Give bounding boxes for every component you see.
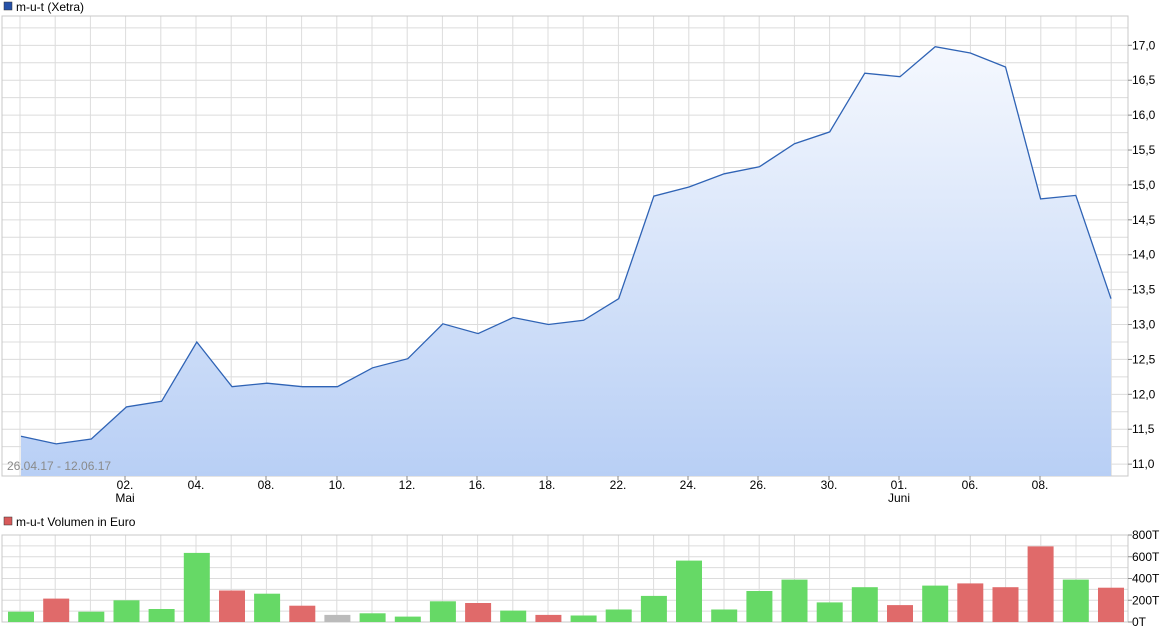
price-legend-swatch — [4, 2, 12, 10]
date-range-label: 26.04.17 - 12.06.17 — [7, 459, 111, 473]
volume-bar — [676, 561, 702, 622]
volume-bar — [78, 612, 104, 622]
chart-root: m-u-t (Xetra) m-u-t Volumen in Euro 11,0… — [0, 0, 1175, 633]
price-y-tick-label: 11,0 — [1132, 457, 1155, 471]
price-x-tick-label: 24. — [680, 478, 697, 492]
volume-bar — [184, 553, 210, 622]
price-x-month-label: Mai — [115, 491, 134, 505]
volume-bar — [817, 602, 843, 622]
volume-bar — [887, 605, 913, 622]
volume-y-tick-label: 400T — [1132, 572, 1160, 586]
volume-y-axis: 0T 200T 400T 600T 800T — [1128, 528, 1160, 629]
price-x-tick-label: 12. — [399, 478, 416, 492]
price-x-tick-label: 06. — [962, 478, 979, 492]
price-x-tick-label: 18. — [539, 478, 556, 492]
volume-bar — [114, 600, 140, 622]
volume-bar — [254, 594, 280, 622]
volume-legend-swatch — [4, 517, 12, 525]
volume-y-tick-label: 200T — [1132, 593, 1160, 607]
volume-bar — [149, 609, 175, 622]
volume-bar — [465, 603, 491, 622]
volume-bar — [324, 615, 350, 622]
price-y-tick-label: 16,5 — [1132, 73, 1156, 87]
volume-bar — [395, 617, 421, 622]
volume-bar — [1028, 546, 1054, 622]
volume-bar — [641, 596, 667, 622]
price-y-tick-label: 12,5 — [1132, 352, 1156, 366]
volume-bar — [43, 599, 69, 622]
price-y-tick-label: 13,5 — [1132, 283, 1156, 297]
volume-bar — [360, 613, 386, 622]
volume-bar — [606, 610, 632, 623]
volume-bar — [922, 586, 948, 622]
volume-bar — [746, 591, 772, 622]
volume-y-tick-label: 600T — [1132, 550, 1160, 564]
volume-bar — [1063, 580, 1089, 622]
price-area — [21, 47, 1111, 476]
price-x-tick-label: 16. — [469, 478, 486, 492]
price-y-tick-label: 11,5 — [1132, 422, 1155, 436]
price-y-tick-label: 14,5 — [1132, 213, 1156, 227]
price-y-tick-label: 16,0 — [1132, 108, 1156, 122]
volume-bar — [957, 583, 983, 622]
volume-bar — [430, 601, 456, 622]
price-y-tick-label: 14,0 — [1132, 248, 1156, 262]
volume-chart-title: m-u-t Volumen in Euro — [16, 515, 136, 529]
volume-bar — [993, 587, 1019, 622]
volume-bar — [852, 587, 878, 622]
volume-y-tick-label: 800T — [1132, 528, 1160, 542]
price-x-tick-label: 08. — [1032, 478, 1049, 492]
volume-bar — [219, 591, 245, 623]
volume-y-tick-label: 0T — [1132, 615, 1147, 629]
volume-bar — [535, 615, 561, 622]
volume-bar — [711, 610, 737, 623]
volume-bar — [289, 606, 315, 622]
volume-bar — [782, 580, 808, 622]
volume-bar — [500, 611, 526, 622]
price-x-tick-label: 10. — [329, 478, 346, 492]
price-x-tick-label: 22. — [610, 478, 627, 492]
price-x-tick-label: 02. — [117, 478, 134, 492]
price-x-tick-label: 04. — [188, 478, 205, 492]
price-y-tick-label: 12,0 — [1132, 387, 1156, 401]
stock-chart: m-u-t (Xetra) m-u-t Volumen in Euro 11,0… — [0, 0, 1175, 633]
price-x-tick-label: 01. — [891, 478, 908, 492]
volume-bar — [8, 612, 34, 622]
price-plot — [21, 47, 1111, 476]
price-y-tick-label: 15,0 — [1132, 178, 1156, 192]
price-y-axis: 11,0 11,5 12,0 12,5 13,0 13,5 14,0 14,5 15,0 15,5… — [1128, 38, 1156, 471]
price-x-tick-label: 26. — [750, 478, 767, 492]
volume-bar — [1098, 588, 1124, 622]
price-x-tick-label: 08. — [258, 478, 275, 492]
price-chart-title: m-u-t (Xetra) — [16, 0, 84, 14]
price-x-axis: 02.Mai 04. 08. 10. 12. 16. 18. 22. 24. 26. 30. 01.J… — [115, 476, 1048, 505]
price-y-tick-label: 13,0 — [1132, 318, 1156, 332]
price-x-month-label: Juni — [888, 491, 910, 505]
price-y-tick-label: 17,0 — [1132, 38, 1156, 52]
volume-bar — [571, 616, 597, 623]
price-x-tick-label: 30. — [821, 478, 838, 492]
price-y-tick-label: 15,5 — [1132, 143, 1156, 157]
